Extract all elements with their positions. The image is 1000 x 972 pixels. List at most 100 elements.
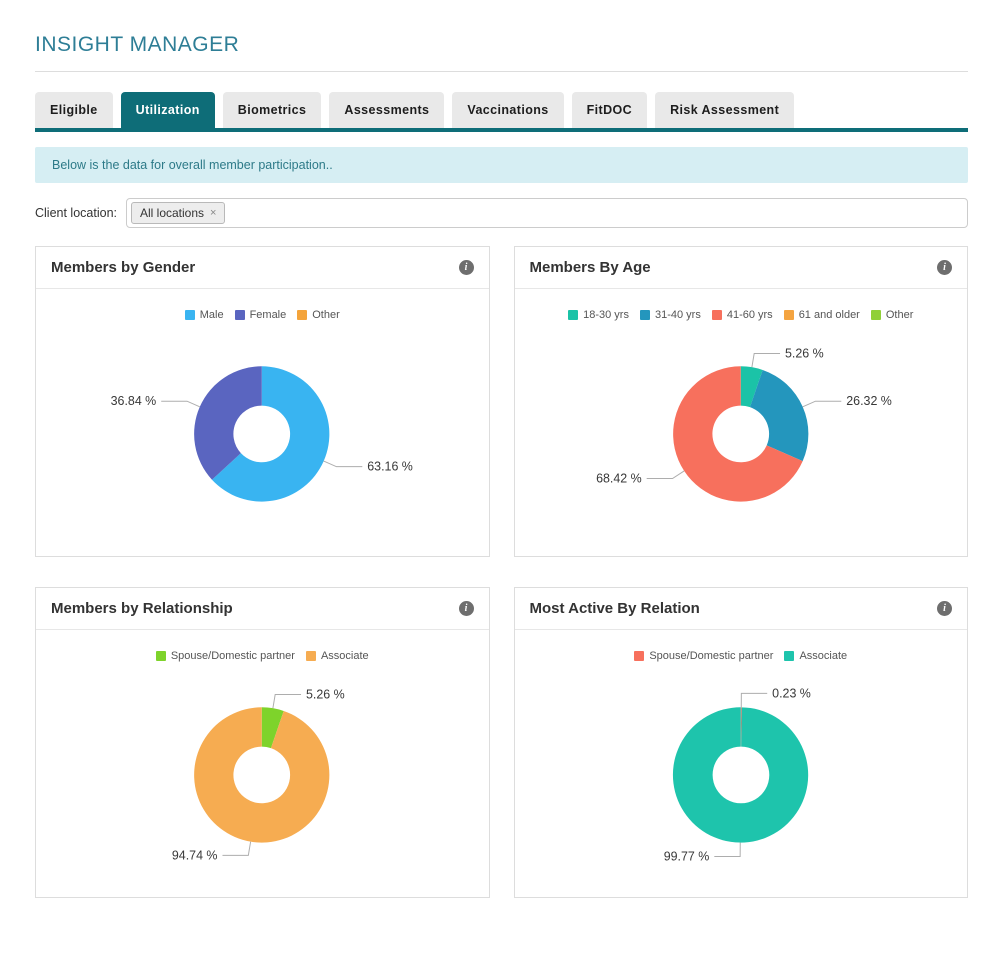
- info-icon[interactable]: i: [937, 601, 952, 616]
- legend-swatch-icon: [568, 310, 578, 320]
- legend-label: 61 and older: [799, 309, 860, 321]
- chart-card-header: Members by Relationship i: [36, 588, 489, 630]
- donut-svg: 63.16 % 36.84 %: [36, 289, 489, 556]
- chart-card: Members By Agei 18-30 yrs 31-40 yrs 41-60 y…: [514, 246, 969, 557]
- client-location-select[interactable]: All locations ×: [126, 198, 968, 228]
- chart-card-header: Members by Genderi: [36, 247, 489, 289]
- slice-callout: 99.77 %: [663, 849, 709, 863]
- slice-callout: 0.23 %: [772, 686, 811, 700]
- legend-label: Spouse/Domestic partner: [649, 650, 773, 662]
- chart-legend: Spouse/Domestic partner Associate: [36, 650, 489, 662]
- legend-item[interactable]: Other: [871, 309, 914, 321]
- charts-grid: Members by GenderiMaleFemaleOther63.16 %…: [35, 246, 968, 898]
- info-banner-text: Below is the data for overall member par…: [52, 158, 333, 172]
- chart-card-header: Members By Agei: [515, 247, 968, 289]
- remove-tag-icon[interactable]: ×: [210, 208, 216, 219]
- donut-slice: [672, 707, 807, 842]
- info-icon[interactable]: i: [937, 260, 952, 275]
- legend-swatch-icon: [306, 651, 316, 661]
- legend-label: Female: [250, 309, 287, 321]
- tab-risk-assessment[interactable]: Risk Assessment: [655, 92, 794, 128]
- chart-legend: Spouse/Domestic partner Associate: [515, 650, 968, 662]
- donut-chart: Spouse/Domestic partner Associate 0.23 % 99…: [515, 630, 968, 897]
- legend-swatch-icon: [297, 310, 307, 320]
- tab-bar: EligibleUtilizationBiometricsAssessments…: [35, 92, 968, 132]
- callout-line: [802, 401, 841, 407]
- callout-line: [646, 471, 683, 479]
- legend-swatch-icon: [640, 310, 650, 320]
- tab-fitdoc[interactable]: FitDOC: [572, 92, 647, 128]
- legend-item[interactable]: Male: [185, 309, 224, 321]
- chart-legend: 18-30 yrs 31-40 yrs 41-60 yrs 61 and older O…: [515, 309, 968, 321]
- callout-line: [741, 693, 767, 707]
- legend-label: Spouse/Domestic partner: [171, 650, 295, 662]
- legend-item[interactable]: Spouse/Domestic partner: [634, 650, 773, 662]
- slice-callout: 5.26 %: [785, 346, 824, 360]
- slice-callout: 36.84 %: [111, 394, 157, 408]
- tab-eligible[interactable]: Eligible: [35, 92, 113, 128]
- client-location-label: Client location:: [35, 206, 117, 220]
- location-tag: All locations ×: [131, 202, 225, 224]
- chart-card: Members by GenderiMaleFemaleOther63.16 %…: [35, 246, 490, 557]
- legend-label: Male: [200, 309, 224, 321]
- legend-label: Associate: [799, 650, 847, 662]
- legend-swatch-icon: [712, 310, 722, 320]
- legend-swatch-icon: [156, 651, 166, 661]
- callout-line: [324, 461, 363, 467]
- legend-swatch-icon: [784, 310, 794, 320]
- insight-manager-page: INSIGHT MANAGER EligibleUtilizationBiome…: [0, 33, 1000, 898]
- callout-line: [714, 843, 740, 857]
- legend-label: 41-60 yrs: [727, 309, 773, 321]
- callout-line: [273, 694, 301, 708]
- donut-svg: 5.26 % 94.74 %: [36, 630, 489, 897]
- title-divider: [35, 71, 968, 72]
- legend-item[interactable]: Female: [235, 309, 287, 321]
- tab-vaccinations[interactable]: Vaccinations: [452, 92, 563, 128]
- chart-title: Members by Relationship: [51, 600, 233, 617]
- legend-label: Other: [312, 309, 340, 321]
- chart-legend: Male Female Other: [36, 309, 489, 321]
- legend-item[interactable]: Other: [297, 309, 340, 321]
- donut-chart: Male Female Other 63.16 % 36.84 %: [36, 289, 489, 556]
- legend-label: Other: [886, 309, 914, 321]
- legend-label: 18-30 yrs: [583, 309, 629, 321]
- tab-assessments[interactable]: Assessments: [329, 92, 444, 128]
- slice-callout: 63.16 %: [367, 460, 413, 474]
- legend-label: 31-40 yrs: [655, 309, 701, 321]
- legend-item[interactable]: 61 and older: [784, 309, 860, 321]
- legend-item[interactable]: 31-40 yrs: [640, 309, 701, 321]
- legend-item[interactable]: Associate: [784, 650, 847, 662]
- legend-item[interactable]: 18-30 yrs: [568, 309, 629, 321]
- legend-item[interactable]: Associate: [306, 650, 369, 662]
- chart-card: Members by Relationship i Spouse/Domestic …: [35, 587, 490, 898]
- legend-label: Associate: [321, 650, 369, 662]
- chart-title: Most Active By Relation: [530, 600, 700, 617]
- donut-svg: 0.23 % 99.77 %: [515, 630, 968, 897]
- slice-callout: 26.32 %: [846, 394, 892, 408]
- donut-chart: 18-30 yrs 31-40 yrs 41-60 yrs 61 and older O…: [515, 289, 968, 556]
- chart-card-header: Most Active By Relation i: [515, 588, 968, 630]
- info-icon[interactable]: i: [459, 260, 474, 275]
- client-location-row: Client location: All locations ×: [35, 198, 968, 228]
- tab-utilization[interactable]: Utilization: [121, 92, 215, 128]
- legend-swatch-icon: [871, 310, 881, 320]
- donut-chart: Spouse/Domestic partner Associate 5.26 % 94…: [36, 630, 489, 897]
- donut-svg: 5.26 % 26.32 % 68.42 %: [515, 289, 968, 556]
- info-icon[interactable]: i: [459, 601, 474, 616]
- page-title: INSIGHT MANAGER: [35, 33, 968, 57]
- location-tag-label: All locations: [140, 206, 204, 220]
- legend-swatch-icon: [235, 310, 245, 320]
- slice-callout: 5.26 %: [306, 687, 345, 701]
- legend-item[interactable]: Spouse/Domestic partner: [156, 650, 295, 662]
- legend-swatch-icon: [784, 651, 794, 661]
- legend-item[interactable]: 41-60 yrs: [712, 309, 773, 321]
- callout-line: [751, 353, 779, 367]
- chart-card: Most Active By Relation i Spouse/Domestic …: [514, 587, 969, 898]
- donut-slice: [749, 370, 807, 461]
- legend-swatch-icon: [634, 651, 644, 661]
- callout-line: [222, 842, 250, 856]
- callout-line: [161, 401, 200, 407]
- tab-biometrics[interactable]: Biometrics: [223, 92, 322, 128]
- slice-callout: 94.74 %: [172, 848, 218, 862]
- slice-callout: 68.42 %: [596, 471, 642, 485]
